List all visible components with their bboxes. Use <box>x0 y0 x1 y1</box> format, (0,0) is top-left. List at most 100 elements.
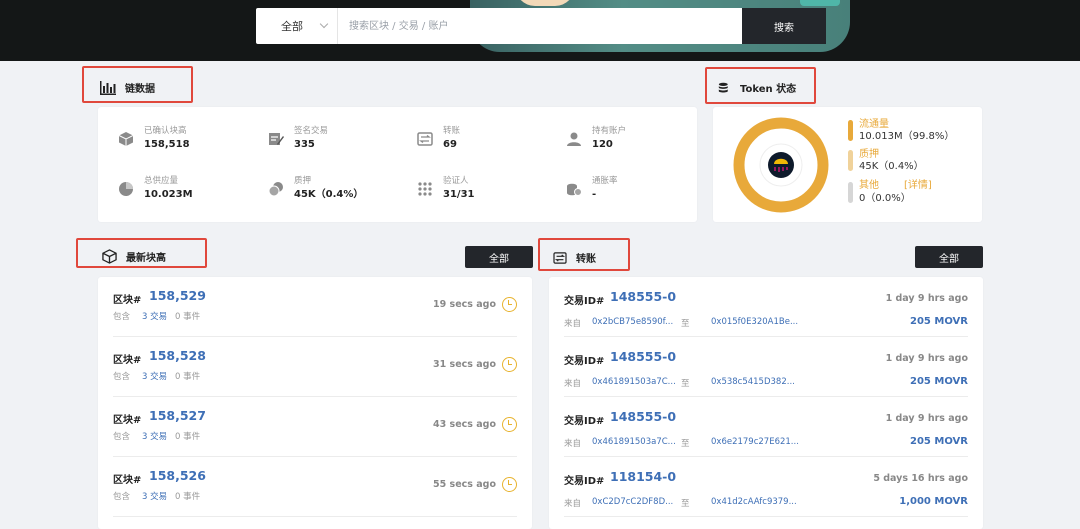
block-number[interactable]: 158,527 <box>149 408 206 423</box>
tx-age: 1 day 9 hrs ago <box>885 293 968 304</box>
from-address[interactable]: 0xC2D7cC2DF8D... <box>592 497 673 507</box>
tx-age: 5 days 16 hrs ago <box>873 473 968 484</box>
contains-label: 包含 <box>113 432 131 442</box>
pie-icon <box>119 182 133 196</box>
block-number[interactable]: 158,528 <box>149 348 206 363</box>
block-number[interactable]: 158,529 <box>149 288 206 303</box>
tx-count[interactable]: 3 交易 <box>142 370 167 382</box>
legend-swatch-other <box>848 182 853 203</box>
moonriver-logo <box>768 152 794 178</box>
stat-total-supply: 总供应量 10.023M <box>118 175 193 202</box>
blocks-view-all-button[interactable]: 全部 <box>465 246 533 268</box>
clock-icon <box>502 417 517 432</box>
legend-label: 质押 <box>859 149 879 160</box>
stat-label: 总供应量 <box>144 176 179 186</box>
search-button[interactable]: 搜索 <box>742 8 826 44</box>
tx-label: 交易ID# <box>564 296 605 307</box>
list-item[interactable]: 区块# 158,527 包含 3 交易 0 事件 43 secs ago <box>113 397 517 457</box>
legend-value: 45K（0.4%） <box>859 161 924 172</box>
transfer-icon <box>553 251 567 264</box>
block-number[interactable]: 158,526 <box>149 468 206 483</box>
database-icon <box>718 82 728 92</box>
to-address[interactable]: 0x015f0E320A1Be... <box>711 317 798 327</box>
transfers-view-all-button[interactable]: 全部 <box>915 246 983 268</box>
stack-coins-icon <box>567 183 582 196</box>
from-address[interactable]: 0x461891503a7C... <box>592 437 676 447</box>
stat-label: 转账 <box>443 126 461 136</box>
tx-count[interactable]: 3 交易 <box>142 310 167 322</box>
from-label: 来自 <box>564 439 582 449</box>
tx-id[interactable]: 148555-0 <box>610 349 676 364</box>
cube-icon <box>118 132 134 146</box>
user-icon <box>567 132 581 146</box>
coins-icon <box>268 182 283 197</box>
tx-count[interactable]: 3 交易 <box>142 430 167 442</box>
tx-id[interactable]: 118154-0 <box>610 469 676 484</box>
banner-decoration <box>800 0 840 6</box>
stat-inflation: 通胀率 - <box>566 175 618 202</box>
stat-holders: 持有账户 120 <box>566 125 626 152</box>
list-item[interactable]: 交易ID# 148555-0 1 day 9 hrs ago 来自 0x4618… <box>564 337 968 397</box>
transfers-heading: 转账 <box>553 250 596 265</box>
transfer-icon <box>417 132 433 146</box>
legend-label: 流通量 <box>859 119 889 130</box>
event-count: 0 事件 <box>175 492 201 502</box>
legend-label: 其他 <box>859 180 879 191</box>
from-label: 来自 <box>564 499 582 509</box>
block-age: 55 secs ago <box>433 479 496 490</box>
legend-swatch-circulating <box>848 120 853 141</box>
cube-outline-icon <box>102 249 117 264</box>
stat-value: 10.023M <box>144 189 193 200</box>
to-label: 至 <box>681 319 690 329</box>
search-bar: 全部 搜索 <box>256 8 826 44</box>
signature-icon <box>269 133 284 145</box>
list-item[interactable]: 区块# 158,526 包含 3 交易 0 事件 55 secs ago <box>113 457 517 517</box>
tx-count[interactable]: 3 交易 <box>142 490 167 502</box>
to-address[interactable]: 0x6e2179c27E621... <box>711 437 799 447</box>
search-input[interactable] <box>338 8 742 44</box>
to-address[interactable]: 0x41d2cAAfc9379... <box>711 497 797 507</box>
token-status-heading: Token 状态 <box>718 80 796 95</box>
block-age: 31 secs ago <box>433 359 496 370</box>
block-age: 43 secs ago <box>433 419 496 430</box>
list-item[interactable]: 交易ID# 118154-0 5 days 16 hrs ago 来自 0xC2… <box>564 457 968 517</box>
contains-label: 包含 <box>113 492 131 502</box>
block-label: 区块# <box>113 475 142 486</box>
tx-amount: 205 MOVR <box>910 316 968 327</box>
tx-id[interactable]: 148555-0 <box>610 409 676 424</box>
block-label: 区块# <box>113 355 142 366</box>
list-item[interactable]: 交易ID# 148555-0 1 day 9 hrs ago 来自 0x2bCB… <box>564 277 968 337</box>
tx-label: 交易ID# <box>564 476 605 487</box>
stat-value: 120 <box>592 139 613 150</box>
transfers-title: 转账 <box>576 254 596 265</box>
tx-amount: 1,000 MOVR <box>899 496 968 507</box>
stat-label: 签名交易 <box>294 126 329 136</box>
chain-data-title: 链数据 <box>125 84 155 95</box>
stat-validators: 验证人 31/31 <box>417 175 474 202</box>
stat-label: 验证人 <box>443 176 469 186</box>
stat-label: 通胀率 <box>592 176 618 186</box>
list-item[interactable]: 区块# 158,529 包含 3 交易 0 事件 19 secs ago <box>113 277 517 337</box>
list-item[interactable]: 交易ID# 148555-0 1 day 9 hrs ago 来自 0x4618… <box>564 397 968 457</box>
contains-label: 包含 <box>113 312 131 322</box>
stat-value: 45K（0.4%） <box>294 189 364 200</box>
stat-value: - <box>592 189 597 200</box>
token-donut-chart <box>733 117 829 213</box>
clock-icon <box>502 477 517 492</box>
details-link[interactable]: [详情] <box>904 180 932 192</box>
from-address[interactable]: 0x2bCB75e8590f... <box>592 317 673 327</box>
bar-chart-icon <box>100 80 116 95</box>
search-scope-select[interactable]: 全部 <box>256 8 338 44</box>
latest-blocks-title: 最新块高 <box>126 253 166 264</box>
tx-id[interactable]: 148555-0 <box>610 289 676 304</box>
list-item[interactable]: 区块# 158,528 包含 3 交易 0 事件 31 secs ago <box>113 337 517 397</box>
from-label: 来自 <box>564 319 582 329</box>
legend-value: 10.013M（99.8%） <box>859 131 955 142</box>
token-status-card: 流通量 10.013M（99.8%） 质押 45K（0.4%） 其他 [详情] … <box>713 107 982 222</box>
header-banner: 全部 搜索 <box>0 0 1080 61</box>
latest-blocks-card: 区块# 158,529 包含 3 交易 0 事件 19 secs ago 区块#… <box>98 277 532 529</box>
stat-label: 已确认块高 <box>144 126 187 136</box>
stat-label: 持有账户 <box>592 126 627 136</box>
to-address[interactable]: 0x538c5415D382... <box>711 377 795 387</box>
from-address[interactable]: 0x461891503a7C... <box>592 377 676 387</box>
